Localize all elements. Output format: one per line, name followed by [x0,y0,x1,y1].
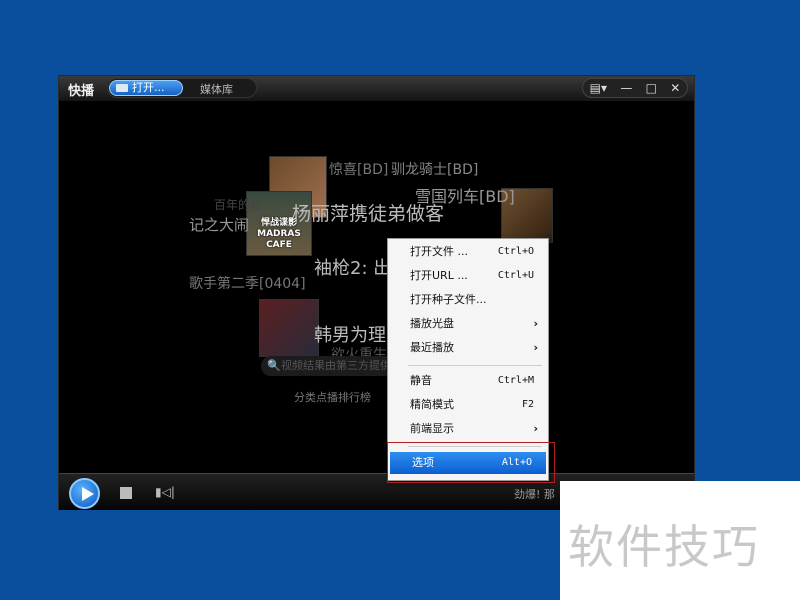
menu-item-open-url[interactable]: 打开URL ... Ctrl+U [388,265,548,287]
close-icon[interactable]: ✕ [670,81,680,95]
menu-item-play-disc[interactable]: 播放光盘 › [388,313,548,335]
content-area: 悍战谍影 MADRAS CAFE 惊喜[BD] 驯龙骑士[BD] 雪国列车[BD… [59,101,694,473]
floating-title[interactable]: 袖枪2: 出 [314,254,391,280]
chevron-right-icon: › [533,341,538,354]
volume-icon[interactable]: ▮◁| [155,485,175,499]
floating-title[interactable]: 记之大闹 [189,214,249,235]
floating-title[interactable]: 杨丽萍携徒弟做客 [292,199,444,226]
highlight-box [387,442,555,483]
poster[interactable] [259,299,319,357]
menu-item-recent[interactable]: 最近播放 › [388,337,548,359]
minimize-icon[interactable]: — [620,81,632,95]
news-ticker[interactable]: 劲爆! 那 [514,486,555,502]
menu-item-mute[interactable]: 静音 Ctrl+M [388,370,548,392]
menu-item-open-torrent[interactable]: 打开种子文件... [388,289,548,311]
floating-title[interactable]: 驯龙骑士[BD] [391,159,478,179]
menu-item-open-file[interactable]: 打开文件 ... Ctrl+O [388,241,548,263]
tab-group: 打开... 媒体库 [107,78,257,98]
menu-separator [408,365,542,366]
play-button[interactable] [69,478,100,509]
maximize-icon[interactable]: □ [646,81,657,95]
watermark-text: 软件技巧 [568,520,760,574]
chevron-right-icon: › [533,317,538,330]
ranking-link[interactable]: 分类点播排行榜 [294,389,371,405]
menu-item-always-on-top[interactable]: 前端显示 › [388,418,548,440]
search-placeholder: 视频结果由第三方提供 [281,359,391,372]
watermark: 软件技巧 [560,481,800,600]
floating-title[interactable]: 惊喜[BD] [329,159,388,179]
floating-title[interactable]: 百年的新 [214,196,262,213]
chevron-right-icon: › [533,422,538,435]
floating-title[interactable]: 歌手第二季[0404] [189,273,306,293]
window-controls: ▤▾ — □ ✕ [582,78,688,98]
title-bar[interactable]: 快播 打开... 媒体库 ▤▾ — □ ✕ [59,76,694,101]
folder-icon [116,84,128,92]
search-icon: 🔍 [267,359,281,372]
menu-item-compact-mode[interactable]: 精简模式 F2 [388,394,548,416]
skin-menu-icon[interactable]: ▤▾ [590,81,607,95]
tab-open-label: 打开... [132,81,165,94]
tab-media-library[interactable]: 媒体库 [200,81,233,97]
tab-open[interactable]: 打开... [109,80,183,96]
app-logo: 快播 [68,84,95,99]
stop-button[interactable] [120,487,132,499]
player-window: 快播 打开... 媒体库 ▤▾ — □ ✕ 悍战谍影 MADRAS CAFE 惊… [58,75,695,510]
